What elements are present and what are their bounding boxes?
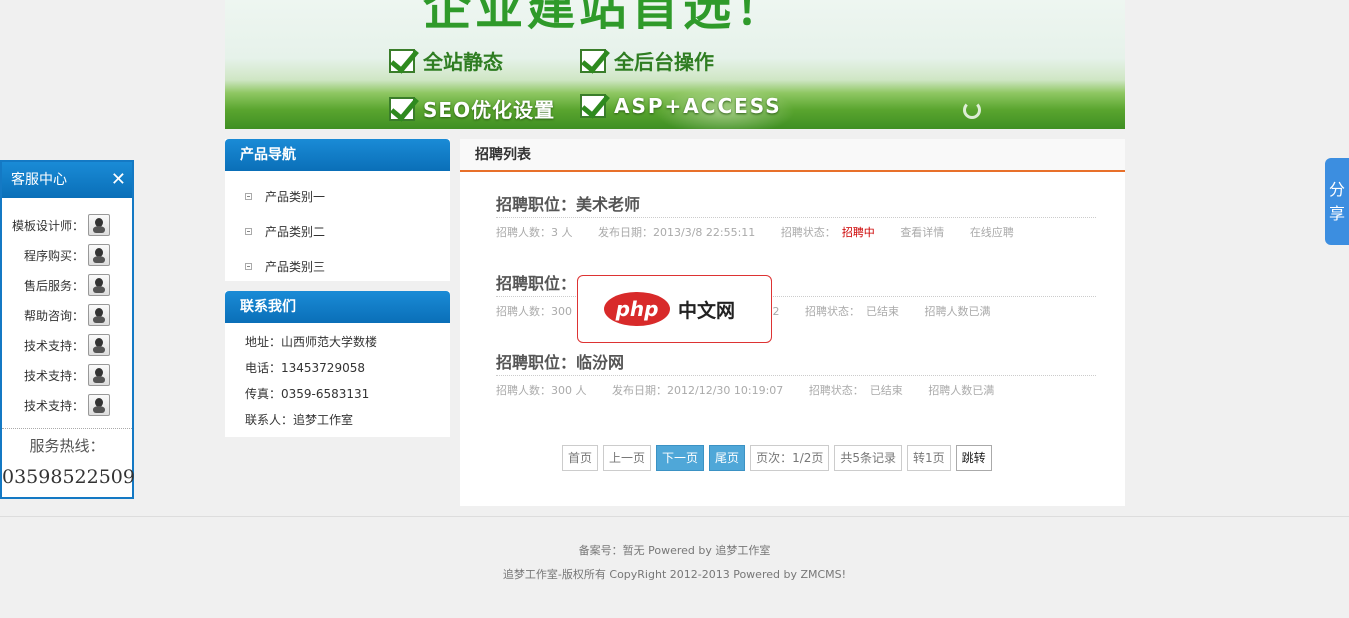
contact-person: 联系人：追梦工作室	[245, 413, 354, 427]
banner: 企业建站首选！ 全站静态 全后台操作 SEO优化设置 ASP+ACCESS	[225, 0, 1125, 129]
job-count: 招聘人数：300	[496, 305, 572, 318]
job-status: 已结束	[869, 384, 903, 397]
job-status: 招聘中	[841, 226, 875, 239]
cs-row: 帮助咨询：	[2, 300, 132, 330]
job-status-label: 招聘状态：	[780, 226, 836, 239]
job-list-section: 招聘列表 招聘职位：美术老师 招聘人数：3 人 发布日期：2013/3/8 22…	[460, 139, 1125, 506]
prev-page-button[interactable]: 上一页	[603, 445, 652, 471]
first-page-button[interactable]: 首页	[562, 445, 599, 471]
hotline-label: 服务热线：	[29, 437, 105, 455]
share-tab[interactable]: 分享	[1325, 158, 1349, 245]
product-nav-list: 产品类别一 产品类别二 产品类别三	[225, 171, 450, 284]
cs-row: 售后服务：	[2, 270, 132, 300]
contact-phone: 电话：13453729058	[245, 361, 365, 375]
product-nav-title: 产品导航	[225, 139, 450, 171]
job-count: 招聘人数：3 人	[496, 226, 573, 239]
job-status-label: 招聘状态：	[808, 384, 864, 397]
job-status-label: 招聘状态：	[805, 305, 860, 318]
banner-feature-4: ASP+ACCESS	[580, 94, 782, 118]
checkmark-icon	[389, 48, 415, 73]
cs-row: 模板设计师：	[2, 210, 132, 240]
product-nav-item[interactable]: 产品类别三	[225, 249, 450, 284]
close-icon[interactable]: ✕	[111, 162, 126, 198]
php-logo: php	[604, 292, 670, 326]
job-full-note: 招聘人数已满	[928, 384, 995, 397]
qq-chat-icon[interactable]	[88, 214, 110, 236]
next-page-button[interactable]: 下一页	[656, 445, 705, 471]
footer-icp: 备案号：暂无 Powered by 追梦工作室	[578, 544, 771, 557]
jump-page-select[interactable]: 转1页	[907, 445, 951, 471]
cs-row: 程序购买：	[2, 240, 132, 270]
qq-chat-icon[interactable]	[88, 394, 110, 416]
customer-service-list: 模板设计师： 程序购买： 售后服务： 帮助咨询： 技术支持： 技术支持： 技术支…	[2, 198, 132, 420]
job-item: 招聘职位：临汾网 招聘人数：300 人 发布日期：2012/12/30 10:1…	[496, 350, 1096, 406]
footer: 备案号：暂无 Powered by 追梦工作室 追梦工作室-版权所有 CopyR…	[0, 516, 1349, 618]
banner-feature-3: SEO优化设置	[389, 94, 555, 123]
contact-title: 联系我们	[225, 291, 450, 323]
page-info: 页次：1/2页	[750, 445, 830, 471]
cs-row: 技术支持：	[2, 330, 132, 360]
job-meta: 招聘人数：300 人 发布日期：2012/12/30 10:19:07 招聘状态…	[496, 376, 1096, 406]
product-nav-item[interactable]: 产品类别一	[225, 179, 450, 214]
job-date: 发布日期：2012/12/30 10:19:07	[612, 384, 784, 397]
cs-row: 技术支持：	[2, 390, 132, 420]
banner-title: 企业建站首选！	[423, 0, 788, 36]
job-title[interactable]: 招聘职位：美术老师	[496, 192, 1096, 218]
pagination: 首页 上一页 下一页 尾页 页次：1/2页 共5条记录 转1页 跳转	[562, 445, 997, 471]
php-watermark-text: 中文网	[678, 299, 736, 322]
qq-chat-icon[interactable]	[88, 364, 110, 386]
contact-address: 地址：山西师范大学数楼	[245, 335, 378, 349]
product-nav-item[interactable]: 产品类别二	[225, 214, 450, 249]
apply-online-link[interactable]: 在线应聘	[970, 226, 1014, 239]
last-page-button[interactable]: 尾页	[709, 445, 746, 471]
contact-panel: 联系我们 地址：山西师范大学数楼 电话：13453729058 传真：0359-…	[225, 291, 450, 437]
loading-spinner-icon	[963, 101, 981, 119]
checkmark-icon	[580, 94, 606, 118]
customer-service-header: 客服中心 ✕	[2, 162, 132, 198]
job-meta: 招聘人数：3 人 发布日期：2013/3/8 22:55:11 招聘状态： 招聘中…	[496, 218, 1096, 248]
qq-chat-icon[interactable]	[88, 334, 110, 356]
job-title[interactable]: 招聘职位：临汾网	[496, 350, 1096, 376]
php-watermark: php 中文网	[577, 275, 772, 343]
banner-feature-1: 全站静态	[389, 46, 503, 75]
product-nav-panel: 产品导航 产品类别一 产品类别二 产品类别三	[225, 139, 450, 281]
hotline: 服务热线： 03598522509	[2, 428, 135, 488]
checkmark-icon	[580, 48, 606, 73]
collapse-icon	[245, 228, 252, 235]
job-date: 发布日期：2013/3/8 22:55:11	[598, 226, 756, 239]
customer-service-panel: 客服中心 ✕ 模板设计师： 程序购买： 售后服务： 帮助咨询： 技术支持： 技术…	[0, 160, 135, 499]
job-count: 招聘人数：300 人	[496, 384, 587, 397]
view-details-link[interactable]: 查看详情	[900, 226, 944, 239]
total-records: 共5条记录	[834, 445, 903, 471]
collapse-icon	[245, 263, 252, 270]
customer-service-title: 客服中心	[11, 172, 67, 188]
collapse-icon	[245, 193, 252, 200]
job-item: 招聘职位：美术老师 招聘人数：3 人 发布日期：2013/3/8 22:55:1…	[496, 192, 1096, 248]
contact-fax: 传真：0359-6583131	[245, 387, 370, 401]
cs-row: 技术支持：	[2, 360, 132, 390]
contact-list: 地址：山西师范大学数楼 电话：13453729058 传真：0359-65831…	[225, 323, 450, 433]
qq-chat-icon[interactable]	[88, 244, 110, 266]
qq-chat-icon[interactable]	[88, 274, 110, 296]
jump-button[interactable]: 跳转	[955, 445, 992, 471]
qq-chat-icon[interactable]	[88, 304, 110, 326]
job-status: 已结束	[866, 305, 899, 318]
checkmark-icon	[389, 96, 415, 121]
job-full-note: 招聘人数已满	[924, 305, 991, 318]
hotline-number: 03598522509	[2, 466, 135, 488]
job-list-title: 招聘列表	[460, 139, 1125, 172]
footer-copyright: 追梦工作室-版权所有 CopyRight 2012-2013 Powered b…	[502, 568, 847, 581]
banner-feature-2: 全后台操作	[580, 46, 714, 75]
